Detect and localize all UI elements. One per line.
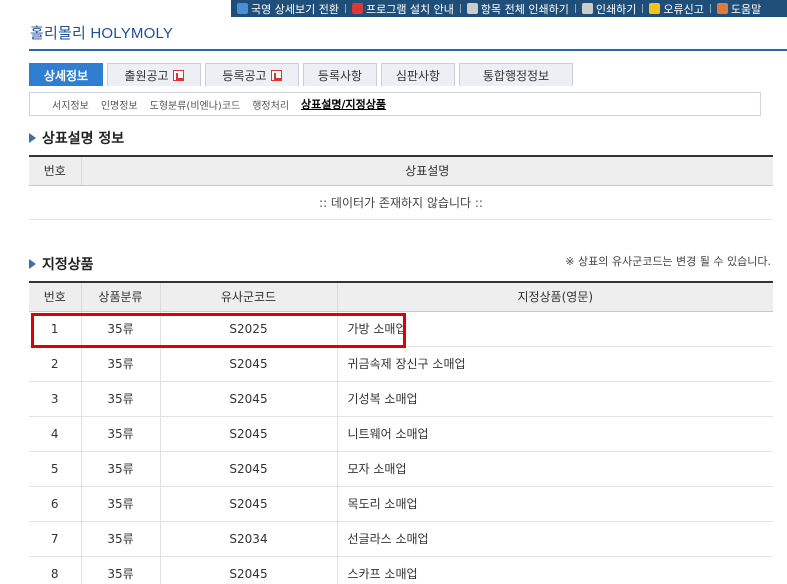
language-switch-icon — [237, 3, 248, 14]
product-class: 35류 — [81, 381, 161, 417]
app-title: 홀리몰리 HOLYMOLY — [30, 25, 174, 42]
tab-label: 심판사항 — [395, 68, 441, 83]
subtab-4[interactable]: 상표설명/지정상품 — [301, 96, 386, 112]
product-class: 35류 — [81, 556, 161, 584]
similar-group-code: S2034 — [160, 521, 338, 557]
toolbar-item-label: 도움말 — [730, 2, 762, 16]
similar-code-note: ※ 상표의 유사군코드는 변경 될 수 있습니다. — [565, 255, 771, 268]
table-row: 3 35류 S2045 기성복 소매업 — [29, 381, 773, 417]
designated-goods: 가방 소매업 — [337, 311, 773, 347]
help-icon — [716, 3, 728, 14]
title-divider — [29, 49, 787, 51]
row-number: 2 — [29, 346, 82, 382]
empty-message: :: 데이터가 존재하지 않습니다 :: — [29, 185, 773, 220]
similar-group-code: S2045 — [160, 486, 338, 522]
designated-goods: 목도리 소매업 — [337, 486, 773, 522]
toolbar-item[interactable]: 도움말 — [711, 0, 767, 17]
row-number: 7 — [29, 521, 82, 557]
row-number: 6 — [29, 486, 82, 522]
row-number: 4 — [29, 416, 82, 452]
similar-group-code: S2045 — [160, 451, 338, 487]
tab-5[interactable]: 통합행정정보 — [459, 63, 573, 86]
section-arrow-icon — [29, 259, 36, 269]
table-row: 6 35류 S2045 목도리 소매업 — [29, 486, 773, 522]
toolbar-item[interactable]: 항목 전체 인쇄하기 — [461, 0, 575, 17]
column-header: 번호 — [29, 281, 82, 312]
toolbar-item-label: 프로그램 설치 안내 — [365, 2, 454, 16]
tab-label: 통합행정정보 — [482, 68, 550, 83]
tab-4[interactable]: 심판사항 — [381, 63, 455, 86]
toolbar-item-label: 국영 상세보기 전환 — [251, 2, 339, 16]
pdf-icon — [172, 69, 184, 81]
section-title-label: 상표설명 정보 — [42, 131, 125, 147]
table-row: 4 35류 S2045 니트웨어 소매업 — [29, 416, 773, 452]
product-class: 35류 — [81, 311, 161, 347]
table-row: 2 35류 S2045 귀금속제 장신구 소매업 — [29, 346, 773, 382]
subtab-3[interactable]: 행정처리 — [252, 97, 289, 112]
tab-2[interactable]: 등록공고 — [205, 63, 299, 86]
subtab-2[interactable]: 도형분류(비엔나)코드 — [150, 97, 241, 112]
tab-1[interactable]: 출원공고 — [107, 63, 201, 86]
similar-group-code: S2045 — [160, 416, 338, 452]
column-header: 번호 — [29, 155, 82, 186]
tab-0[interactable]: 상세정보 — [29, 63, 103, 86]
similar-group-code: S2045 — [160, 381, 338, 417]
similar-group-code: S2045 — [160, 556, 338, 584]
section-title-label: 지정상품 — [42, 257, 94, 273]
section-arrow-icon — [29, 133, 36, 143]
description-table: 번호 상표설명 :: 데이터가 존재하지 않습니다 :: — [29, 155, 773, 220]
product-class: 35류 — [81, 346, 161, 382]
section-title-description: 상표설명 정보 — [29, 128, 124, 148]
empty-row: :: 데이터가 존재하지 않습니다 :: — [29, 185, 773, 220]
designated-goods: 귀금속제 장신구 소매업 — [337, 346, 773, 382]
warning-icon — [649, 3, 661, 14]
product-class: 35류 — [81, 451, 161, 487]
goods-table: 번호 상품분류 유사군코드 지정상품(영문) 1 35류 S2025 가방 소매업 2 3… — [29, 281, 773, 584]
table-row: 8 35류 S2045 스카프 소매업 — [29, 556, 773, 584]
designated-goods: 선글라스 소매업 — [337, 521, 773, 557]
product-class: 35류 — [81, 486, 161, 522]
print-icon — [466, 3, 478, 14]
tab-3[interactable]: 등록사항 — [303, 63, 377, 86]
toolbar-item[interactable]: 프로그램 설치 안내 — [346, 0, 460, 17]
toolbar-item-label: 인쇄하기 — [595, 2, 637, 16]
designated-goods: 니트웨어 소매업 — [337, 416, 773, 452]
toolbar-item[interactable]: 인쇄하기 — [576, 0, 642, 17]
designated-goods: 모자 소매업 — [337, 451, 773, 487]
tab-label: 등록사항 — [317, 68, 363, 83]
row-number: 5 — [29, 451, 82, 487]
column-header: 지정상품(영문) — [337, 281, 773, 312]
tab-label: 상세정보 — [43, 68, 89, 83]
subtab-1[interactable]: 인명정보 — [101, 97, 138, 112]
designated-goods: 기성복 소매업 — [337, 381, 773, 417]
column-header: 상표설명 — [81, 155, 773, 186]
install-icon — [351, 3, 363, 14]
row-number: 8 — [29, 556, 82, 584]
tab-label: 등록공고 — [222, 68, 267, 83]
top-toolbar: 국영 상세보기 전환 프로그램 설치 안내 항목 전체 인쇄하기 인쇄하기 오류신고 도움… — [231, 0, 787, 17]
toolbar-item-label: 오류신고 — [663, 2, 704, 16]
table-row: 1 35류 S2025 가방 소매업 — [29, 311, 773, 347]
tab-label: 출원공고 — [124, 68, 169, 83]
designated-goods: 스카프 소매업 — [337, 556, 773, 584]
product-class: 35류 — [81, 416, 161, 452]
section-title-goods: 지정상품 — [29, 254, 94, 274]
similar-group-code: S2045 — [160, 346, 338, 382]
print-icon — [581, 3, 593, 14]
toolbar-item[interactable]: 오류신고 — [643, 0, 709, 17]
pdf-icon — [270, 69, 282, 81]
product-class: 35류 — [81, 521, 161, 557]
column-header: 상품분류 — [81, 281, 161, 312]
row-number: 1 — [29, 311, 82, 347]
similar-group-code: S2025 — [160, 311, 338, 347]
table-row: 7 35류 S2034 선글라스 소매업 — [29, 521, 773, 557]
row-number: 3 — [29, 381, 82, 417]
subtab-0[interactable]: 서지정보 — [52, 97, 89, 112]
table-row: 5 35류 S2045 모자 소매업 — [29, 451, 773, 487]
sub-tabs: 서지정보 인명정보 도형분류(비엔나)코드 행정처리 상표설명/지정상품 — [29, 92, 761, 116]
toolbar-item[interactable]: 국영 상세보기 전환 — [231, 0, 345, 17]
column-header: 유사군코드 — [160, 281, 338, 312]
toolbar-item-label: 항목 전체 인쇄하기 — [480, 2, 569, 16]
main-tabs: 상세정보 출원공고 등록공고 등록사항 심판사항 통합행정정보 — [29, 63, 577, 86]
